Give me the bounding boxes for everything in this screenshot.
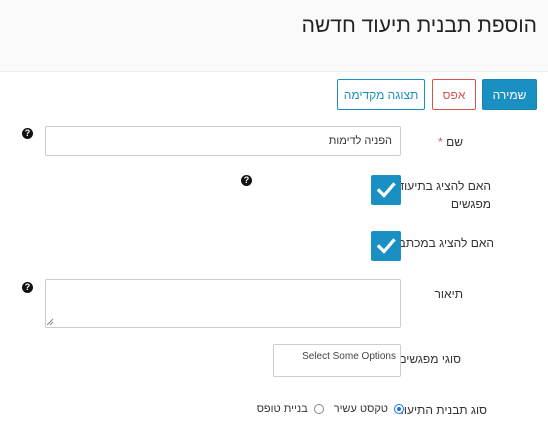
show-in-meetings-label: האם להציג בתיעוד מפגשים <box>397 179 492 211</box>
radio-form-builder[interactable] <box>313 404 324 414</box>
question-circle-icon[interactable]: ? <box>241 175 252 186</box>
resize-grip-icon[interactable] <box>46 318 54 326</box>
template-type-label: סוג תבנית התיעוד <box>397 403 487 417</box>
show-in-letters-label: האם להציג במכתבים <box>387 236 494 250</box>
preview-button[interactable]: תצוגה מקדימה <box>337 79 425 110</box>
save-button[interactable]: שמירה <box>482 79 537 110</box>
question-circle-icon[interactable]: ? <box>22 282 33 293</box>
page-title: הוספת תבנית תיעוד חדשה <box>301 14 537 37</box>
checkmark-icon <box>376 238 396 254</box>
checkmark-icon <box>376 182 396 198</box>
page-header: הוספת תבנית תיעוד חדשה <box>0 0 548 72</box>
question-circle-icon[interactable]: ? <box>22 128 33 139</box>
description-textarea[interactable] <box>45 279 401 328</box>
meeting-types-label: סוגי מפגשים <box>398 352 461 366</box>
show-in-meetings-checkbox[interactable] <box>371 175 401 205</box>
name-label-text: שם <box>446 135 463 149</box>
name-input[interactable]: הפניה לדימות <box>45 126 401 156</box>
meeting-types-select[interactable]: Select Some Options <box>273 344 401 377</box>
radio-form-builder-label[interactable]: בניית טופס <box>257 403 308 415</box>
template-type-radio-group: טקסט עשיר בניית טופס <box>257 401 404 417</box>
name-label: שם * <box>438 133 463 151</box>
reset-button[interactable]: אפס <box>432 79 476 110</box>
description-label: תיאור <box>434 287 463 301</box>
radio-rich-text[interactable] <box>394 404 404 414</box>
radio-rich-text-label[interactable]: טקסט עשיר <box>334 403 388 415</box>
required-mark: * <box>438 135 443 149</box>
show-in-letters-checkbox[interactable] <box>371 231 401 261</box>
